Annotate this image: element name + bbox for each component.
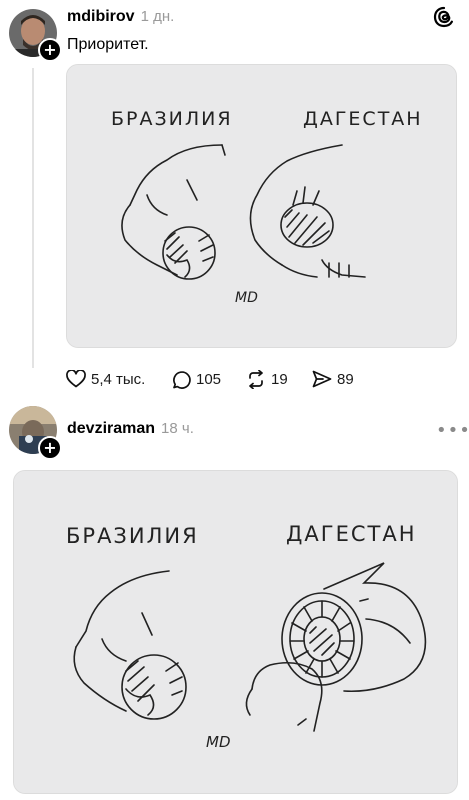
post-image[interactable]: Бразилия Дагестан MD <box>66 64 457 348</box>
reply-button[interactable]: 105 <box>172 370 221 389</box>
post-image[interactable]: Бразилия Дагестан MD <box>13 470 458 794</box>
repost-icon <box>249 370 263 389</box>
follow-plus-icon[interactable]: + <box>38 436 62 460</box>
follow-plus-icon[interactable]: + <box>38 38 62 62</box>
share-button[interactable]: 89 <box>312 370 354 388</box>
signature: MD <box>206 733 231 751</box>
post-time: 1 дн. <box>140 8 175 25</box>
send-icon <box>312 370 332 388</box>
username[interactable]: mdibirov <box>67 8 135 26</box>
shares-count: 89 <box>337 370 354 388</box>
post-text: Приоритет. <box>67 36 149 53</box>
more-options-icon[interactable]: ••• <box>436 420 469 441</box>
label-dagestan: Дагестан <box>286 522 417 546</box>
sketch-drawing: Бразилия Дагестан MD <box>14 471 457 793</box>
label-brazil: Бразилия <box>66 524 199 548</box>
comment-icon <box>173 371 191 389</box>
heart-icon <box>66 370 86 388</box>
thread-line <box>32 68 34 368</box>
sketch-drawing: Бразилия Дагестан MD <box>67 65 456 347</box>
label-dagestan: Дагестан <box>303 108 423 130</box>
likes-count: 5,4 тыс. <box>91 370 146 388</box>
post-time: 18 ч. <box>161 420 194 437</box>
signature: MD <box>235 290 258 306</box>
repost-button[interactable]: 19 <box>246 370 288 389</box>
label-brazil: Бразилия <box>111 108 233 130</box>
threads-logo-icon[interactable] <box>433 6 455 28</box>
replies-count: 105 <box>196 371 222 388</box>
like-button[interactable]: 5,4 тыс. <box>66 370 145 388</box>
reposts-count: 19 <box>271 371 288 388</box>
username[interactable]: devziraman <box>67 420 155 438</box>
